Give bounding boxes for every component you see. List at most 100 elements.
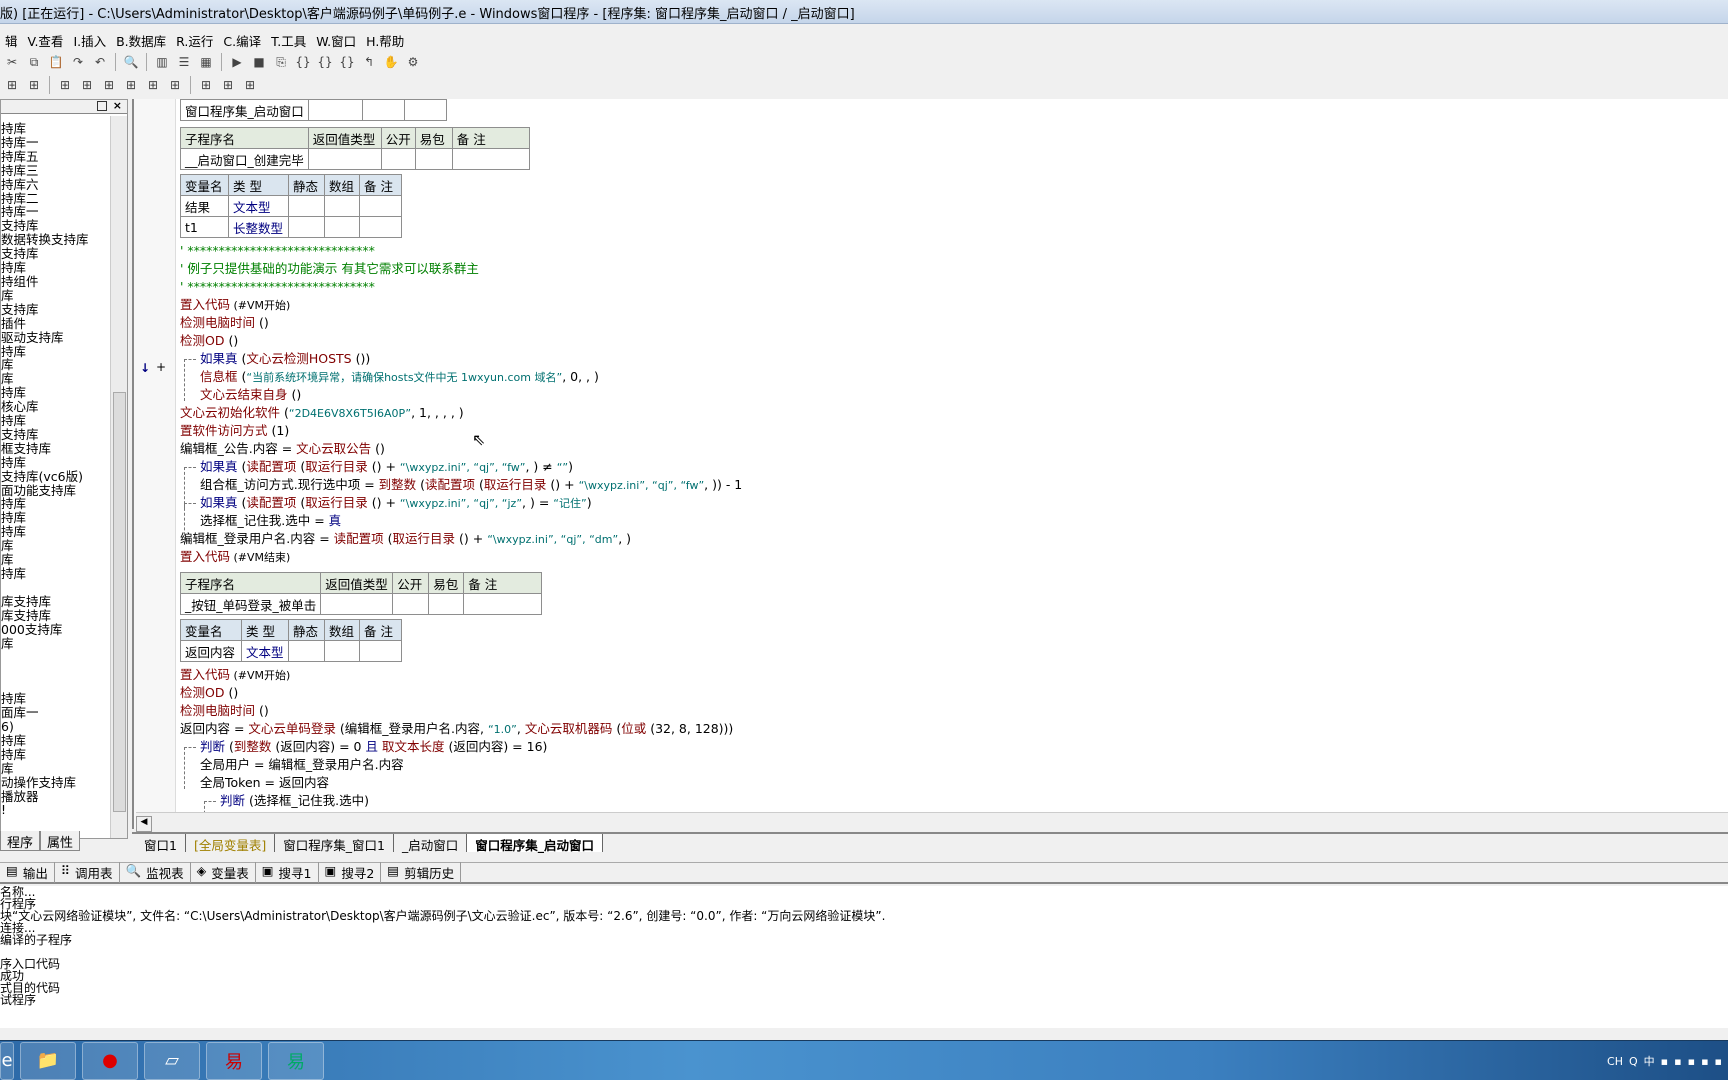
plus-icon[interactable]: +: [156, 360, 166, 374]
table-cell[interactable]: [359, 195, 402, 217]
library-item[interactable]: !: [1, 803, 127, 817]
align-center-icon[interactable]: ⊞: [77, 75, 97, 95]
library-item[interactable]: 库支持库: [1, 594, 127, 609]
copy-icon[interactable]: ⧉: [24, 52, 44, 72]
find-icon[interactable]: 🔍: [121, 52, 141, 72]
code-line[interactable]: 如果真 (读配置项 (取运行目录 () + “\wxypz.ini”, “qj”…: [180, 494, 1728, 545]
align-icon[interactable]: ⊞: [2, 75, 22, 95]
code-line[interactable]: 返回内容 = 文心云单码登录 (编辑框_登录用户名.内容, “1.0”, 文心云…: [180, 720, 1728, 738]
output-tab[interactable]: ▣ 搜寻1: [256, 862, 319, 883]
restore-icon[interactable]: [97, 101, 107, 111]
ie-icon[interactable]: e: [0, 1041, 14, 1080]
library-item[interactable]: 持库: [1, 414, 127, 428]
table-cell[interactable]: 易包: [414, 127, 453, 149]
align-left-icon[interactable]: ⊞: [55, 75, 75, 95]
library-item[interactable]: 持库: [1, 511, 127, 525]
menu-item[interactable]: I.插入: [68, 31, 111, 50]
table-cell[interactable]: [361, 99, 405, 121]
library-item[interactable]: [1, 664, 127, 678]
editor-tab[interactable]: 窗口1: [136, 834, 186, 853]
library-item[interactable]: 持库: [1, 497, 127, 511]
table-cell[interactable]: [359, 640, 402, 662]
table-cell[interactable]: 备 注: [359, 174, 402, 196]
code-line[interactable]: 文心云初始化软件 (“2D4E6V8X6T5I6A0P”, 1, , , , ): [180, 404, 1728, 422]
code-line[interactable]: 判断 (选择框_记住我.选中): [180, 792, 1728, 829]
code-line[interactable]: ' 例子只提供基础的功能演示 有其它需求可以联系群主: [180, 260, 1728, 278]
library-item[interactable]: 持库: [1, 525, 127, 539]
run-icon[interactable]: ▶: [227, 52, 247, 72]
library-item[interactable]: 支持库(vc6版): [1, 469, 127, 484]
library-item[interactable]: 6): [1, 720, 127, 734]
tray-item[interactable]: CH: [1607, 1055, 1623, 1068]
scroll-thumb[interactable]: [113, 392, 126, 812]
library-item[interactable]: 核心库: [1, 400, 127, 414]
library-item[interactable]: 持组件: [1, 275, 127, 289]
table-cell[interactable]: [324, 640, 360, 662]
code-line[interactable]: 组合框_访问方式.现行选中项 = 到整数 (读配置项 (取运行目录 () + “…: [180, 476, 1728, 494]
space-h-icon[interactable]: ⊞: [143, 75, 163, 95]
library-item[interactable]: 框支持库: [1, 441, 127, 456]
code-line[interactable]: 置软件访问方式 (1): [180, 422, 1728, 440]
notepad-icon[interactable]: ▱: [144, 1041, 200, 1080]
output-tab[interactable]: ▤ 输出: [0, 862, 55, 883]
table-cell[interactable]: 类 型: [241, 619, 289, 641]
library-item[interactable]: 000支持库: [1, 622, 127, 637]
record-icon[interactable]: ▪: [1674, 1055, 1681, 1068]
library-item[interactable]: [1, 650, 127, 664]
library-item[interactable]: 持库五: [1, 149, 127, 164]
library-item[interactable]: 支持库: [1, 247, 127, 261]
library-item[interactable]: 库: [1, 539, 127, 553]
code-line[interactable]: 检测电脑时间 (): [180, 314, 1728, 332]
table-cell[interactable]: 公开: [392, 572, 430, 594]
step-over-icon[interactable]: {}: [315, 52, 335, 72]
step-into-icon[interactable]: {}: [293, 52, 313, 72]
code-line[interactable]: 如果真 (文心云检测HOSTS ()): [180, 350, 1728, 401]
paste-icon[interactable]: 📋: [46, 52, 66, 72]
table-cell[interactable]: 数组: [324, 619, 360, 641]
code-line[interactable]: 信息框 (“当前系统环境异常，请确保hosts文件中无 1wxyun.com 域…: [180, 368, 1728, 386]
library-item[interactable]: 持库六: [1, 177, 127, 192]
layout1-icon[interactable]: ▥: [152, 52, 172, 72]
code-line[interactable]: 置入代码 (#VM开始): [180, 666, 1728, 684]
step-out-icon[interactable]: {}: [337, 52, 357, 72]
e-lang-green-icon[interactable]: 易: [268, 1041, 324, 1080]
table-cell[interactable]: [288, 195, 325, 217]
scroll-left-icon[interactable]: ◀: [136, 816, 152, 832]
menu-item[interactable]: B.数据库: [111, 31, 171, 50]
table-cell[interactable]: 窗口程序集_启动窗口: [180, 99, 309, 121]
table-cell[interactable]: [288, 216, 325, 238]
layout3-icon[interactable]: ▦: [196, 52, 216, 72]
library-item[interactable]: 持库: [1, 344, 127, 359]
editor-tab[interactable]: 窗口程序集_窗口1: [275, 834, 394, 853]
table-cell[interactable]: [324, 195, 360, 217]
record-icon[interactable]: ●: [82, 1041, 138, 1080]
table-cell[interactable]: 子程序名: [179, 572, 322, 594]
library-item[interactable]: 持库: [1, 567, 127, 581]
library-item[interactable]: 持库二: [1, 191, 127, 206]
code-editor[interactable]: 窗口程序集_启动窗口 子程序名 返回值类型 公开 易包备 注 __启动窗口_创建完毕 变量名…: [176, 99, 1728, 829]
menu-item[interactable]: T.工具: [266, 31, 311, 50]
table-cell[interactable]: [359, 216, 402, 238]
library-item[interactable]: 动操作支持库: [1, 775, 127, 790]
tray-item[interactable]: Q: [1629, 1055, 1638, 1068]
align2-icon[interactable]: ⊞: [24, 75, 44, 95]
library-item[interactable]: 支持库: [1, 219, 127, 233]
library-item[interactable]: 驱动支持库: [1, 330, 127, 345]
table-cell[interactable]: 公开: [380, 127, 416, 149]
align-mid-icon[interactable]: ⊞: [121, 75, 141, 95]
library-item[interactable]: 持库: [1, 747, 127, 762]
table-cell[interactable]: 备 注: [359, 619, 402, 641]
library-item[interactable]: 面库一: [1, 706, 127, 720]
help-icon[interactable]: ▪: [1661, 1055, 1668, 1068]
code-line[interactable]: ' ******************************: [180, 278, 1728, 296]
code-line[interactable]: 检测OD (): [180, 332, 1728, 350]
library-item[interactable]: 持库三: [1, 163, 127, 178]
table-cell[interactable]: [320, 593, 394, 615]
editor-tab[interactable]: [全局变量表]: [186, 834, 276, 853]
menu-item[interactable]: V.查看: [23, 31, 69, 50]
menu-item[interactable]: 辑: [0, 31, 23, 50]
library-item[interactable]: 面功能支持库: [1, 483, 127, 498]
library-item[interactable]: 库: [1, 553, 127, 567]
tab-program[interactable]: 程序: [0, 831, 41, 851]
tray-item[interactable]: 中: [1644, 1053, 1655, 1069]
